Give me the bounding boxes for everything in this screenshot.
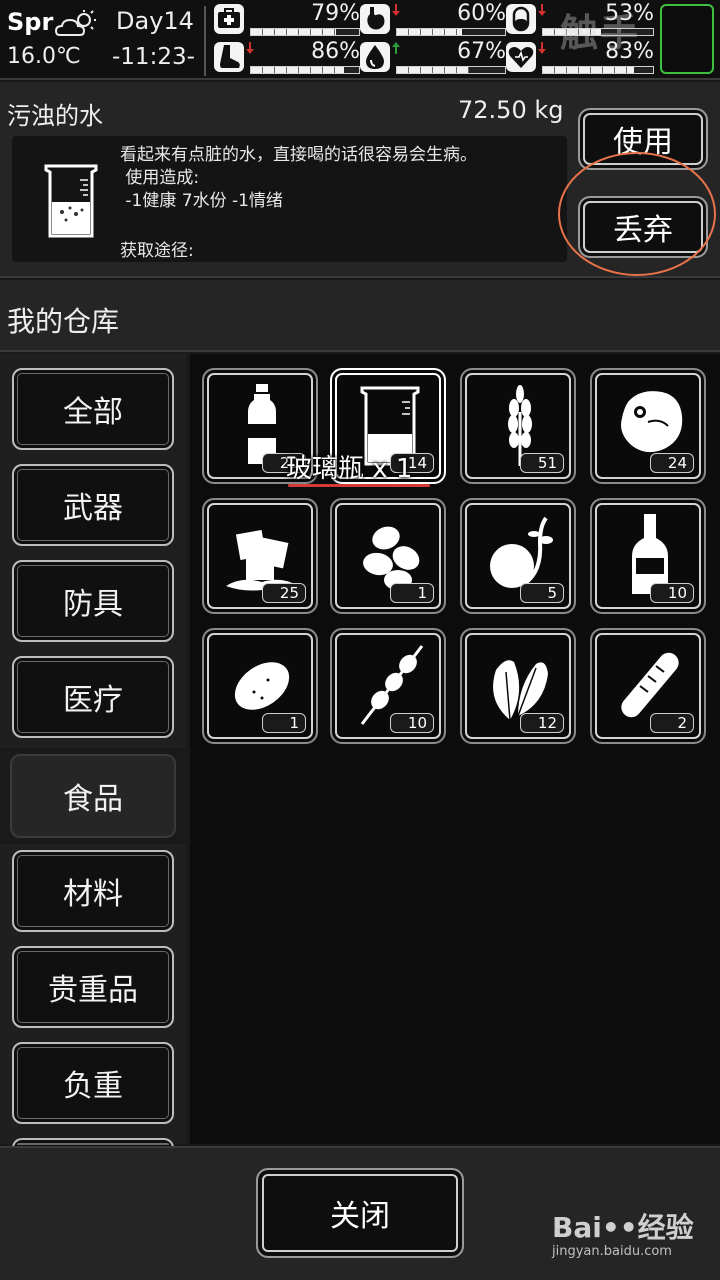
water-drop-icon — [360, 42, 390, 72]
bottom-bar: 关闭 Bai••经验 jingyan.baidu.com — [0, 1146, 720, 1280]
stat-fill — [251, 29, 337, 35]
season-label: Spr — [7, 8, 54, 36]
stat-arrow-icon — [538, 4, 546, 16]
item-grid: 20 14 51 24 25 1 5 10 1 10 12 2 — [190, 354, 720, 1144]
item-count: 10 — [390, 713, 434, 733]
item-slot[interactable]: 1 — [202, 628, 318, 744]
item-detail-panel: 污浊的水 72.50 kg 看起来有点脏的水，直接喝的话很容易会生病。 使用造成… — [0, 82, 720, 278]
stat-bar — [396, 28, 506, 36]
status-bar: Spr 16.0℃ Day14 -11:23- 79% 60% 53% 86% … — [0, 0, 720, 80]
stat-value: 67% — [457, 39, 506, 64]
item-slot[interactable]: 24 — [590, 368, 706, 484]
stat-fill — [251, 67, 344, 73]
use-button[interactable]: 使用 — [578, 108, 708, 170]
category-weapons[interactable]: 武器 — [12, 464, 174, 546]
item-count: 10 — [650, 583, 694, 603]
stomach-icon — [360, 4, 390, 34]
foot-icon — [214, 42, 244, 72]
stat-hunger: 60% — [360, 2, 506, 38]
baidu-watermark: Bai••经验 — [552, 1211, 694, 1244]
description-box: 看起来有点脏的水，直接喝的话很容易会生病。 使用造成: -1健康 7水份 -1情… — [12, 136, 567, 262]
time-label: -11:23- — [112, 44, 195, 70]
item-weight: 72.50 kg — [458, 96, 564, 124]
item-count: 51 — [520, 453, 564, 473]
category-all[interactable]: 全部 — [12, 368, 174, 450]
item-count: 25 — [262, 583, 306, 603]
item-name: 污浊的水 — [7, 102, 103, 130]
first-aid-icon — [214, 4, 244, 34]
item-count: 1 — [262, 713, 306, 733]
day-label: Day14 — [116, 7, 194, 35]
close-button[interactable]: 关闭 — [256, 1168, 464, 1258]
item-count: 2 — [650, 713, 694, 733]
category-armor[interactable]: 防具 — [12, 560, 174, 642]
stat-fill — [543, 67, 635, 73]
stat-bar — [250, 66, 360, 74]
glass-jar-icon — [44, 164, 98, 238]
item-count: 24 — [650, 453, 694, 473]
stat-fill — [397, 29, 462, 35]
item-slot[interactable]: 10 — [590, 498, 706, 614]
category-medical[interactable]: 医疗 — [12, 656, 174, 738]
stat-value: 83% — [605, 39, 654, 64]
stat-arrow-icon — [392, 4, 400, 16]
item-slot[interactable]: 25 — [202, 498, 318, 614]
stat-bar — [250, 28, 360, 36]
baidu-watermark-url: jingyan.baidu.com — [552, 1244, 672, 1259]
item-slot[interactable]: 51 — [460, 368, 576, 484]
pill-icon — [506, 4, 536, 34]
stat-bar — [542, 28, 654, 36]
item-slot[interactable]: 5 — [460, 498, 576, 614]
stat-fill — [543, 29, 602, 35]
heart-icon — [506, 42, 536, 72]
stat-stamina: 86% — [214, 40, 360, 76]
discard-button[interactable]: 丢弃 — [578, 196, 708, 258]
stat-arrow-icon — [538, 42, 546, 54]
item-count: 12 — [520, 713, 564, 733]
stat-energy: 53% — [506, 2, 654, 38]
divider — [204, 6, 206, 76]
stat-value: 60% — [457, 1, 506, 26]
item-count: 1 — [390, 583, 434, 603]
stat-hydration: 67% — [360, 40, 506, 76]
category-materials[interactable]: 材料 — [12, 850, 174, 932]
warehouse-header: 我的仓库 — [0, 280, 720, 352]
stat-health: 79% — [214, 2, 360, 38]
stat-value: 53% — [605, 1, 654, 26]
temperature-label: 16.0℃ — [7, 44, 81, 69]
stat-value: 79% — [311, 1, 360, 26]
stat-arrow-icon — [392, 42, 400, 54]
category-valuables[interactable]: 贵重品 — [12, 946, 174, 1028]
partly-cloudy-icon — [54, 10, 96, 36]
item-count: 5 — [520, 583, 564, 603]
stat-arrow-icon — [246, 42, 254, 54]
stat-fill — [397, 67, 470, 73]
annotation-underline — [288, 484, 430, 487]
warehouse-title: 我的仓库 — [7, 305, 120, 338]
item-tooltip: 玻璃瓶 x 1 — [286, 454, 413, 484]
item-slot[interactable]: 10 — [330, 628, 446, 744]
item-slot[interactable]: 2 — [590, 628, 706, 744]
category-food[interactable]: 食品 — [10, 754, 176, 838]
category-sidebar: 全部 武器 防具 医疗 食品 材料 贵重品 负重 — [0, 354, 186, 1148]
item-slot[interactable]: 1 — [330, 498, 446, 614]
item-slot[interactable]: 12 — [460, 628, 576, 744]
menu-button[interactable] — [660, 4, 714, 74]
stat-arrow-icon — [246, 4, 254, 16]
item-description: 看起来有点脏的水，直接喝的话很容易会生病。 使用造成: -1健康 7水份 -1情… — [120, 145, 477, 211]
stat-mood: 83% — [506, 40, 654, 76]
stat-bar — [542, 66, 654, 74]
stat-value: 86% — [311, 39, 360, 64]
stat-bar — [396, 66, 506, 74]
item-source-label: 获取途径: — [120, 241, 194, 261]
category-load[interactable]: 负重 — [12, 1042, 174, 1124]
